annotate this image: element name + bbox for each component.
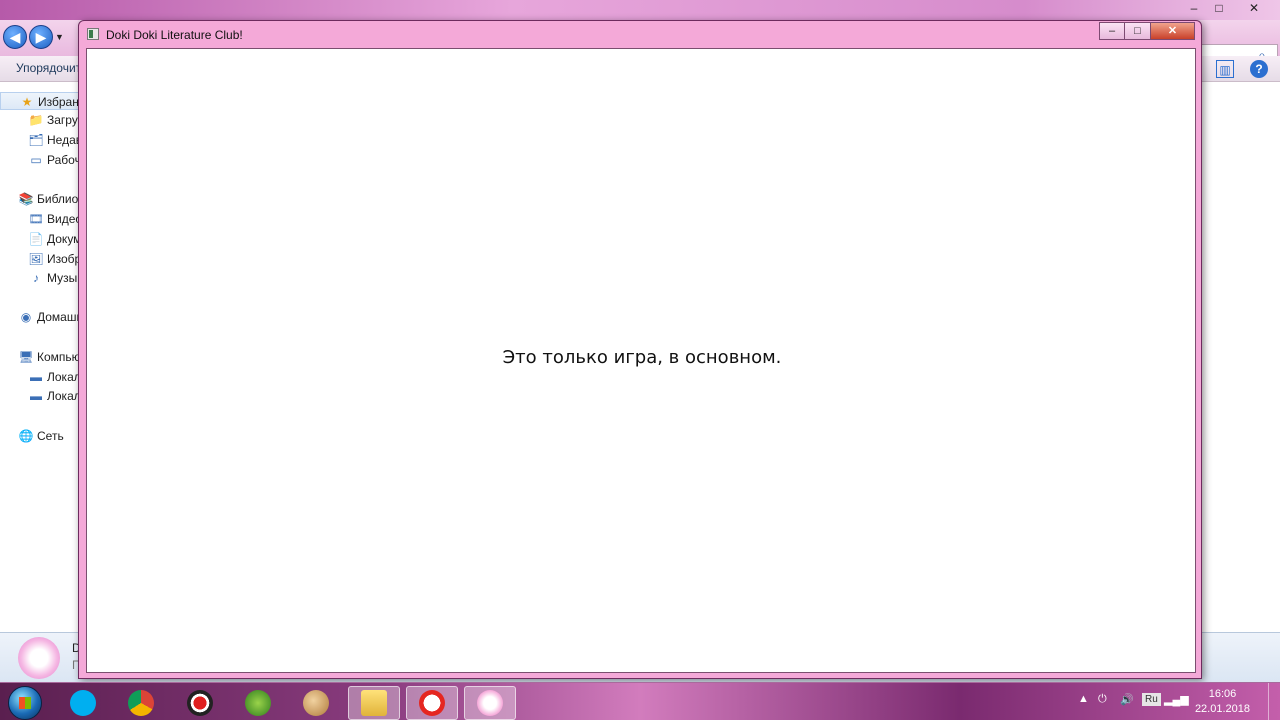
taskbar-explorer-button[interactable] bbox=[348, 686, 400, 720]
volume-icon[interactable]: 🔊 bbox=[1120, 693, 1134, 706]
paint-palette-icon bbox=[303, 690, 329, 716]
ddlc-icon bbox=[477, 690, 503, 716]
taskbar-paint-button[interactable] bbox=[290, 686, 342, 720]
sidebar-item-label: Видео bbox=[47, 212, 83, 226]
show-desktop-button[interactable] bbox=[1268, 683, 1280, 720]
taskbar-skype-button[interactable] bbox=[57, 686, 109, 720]
homegroup-icon: ◉ bbox=[20, 310, 32, 324]
system-tray: ▲ ⏻ 🔊 Ru ▂▄▆ 16:06 22.01.2018 bbox=[1070, 683, 1280, 720]
explorer-titlebar: – □ ✕ bbox=[0, 0, 1280, 20]
libraries-icon: 📚 bbox=[18, 192, 34, 206]
network-icon: 🌐 bbox=[18, 429, 34, 443]
clock-date: 22.01.2018 bbox=[1194, 703, 1250, 715]
green-app-icon bbox=[245, 690, 271, 716]
skype-icon bbox=[70, 690, 96, 716]
maximize-button[interactable]: □ bbox=[1125, 22, 1151, 40]
dialogue-text: Это только игра, в основном. bbox=[502, 347, 782, 368]
show-hidden-icons-icon[interactable]: ▲ bbox=[1078, 693, 1089, 705]
ddlc-thumbnail-icon bbox=[18, 637, 60, 679]
folder-icon bbox=[361, 690, 387, 716]
navigation-pane: ★Избранное📁Загрузки🗂Недавние места▭Рабоч… bbox=[0, 82, 138, 632]
sidebar-item[interactable]: 🌐 Сеть bbox=[0, 427, 64, 445]
documents-library-icon: 📄 bbox=[28, 232, 44, 246]
game-canvas[interactable]: Это только игра, в основном. bbox=[86, 48, 1196, 673]
app-window-icon[interactable] bbox=[87, 28, 99, 40]
taskbar-chrome-button[interactable] bbox=[115, 686, 167, 720]
clock-time: 16:06 bbox=[1208, 688, 1237, 700]
history-chevron-down-icon[interactable]: ▼ bbox=[55, 32, 64, 42]
minimize-button[interactable]: – bbox=[1099, 22, 1125, 40]
recorder-icon bbox=[187, 690, 213, 716]
taskbar-recorder-button[interactable] bbox=[174, 686, 226, 720]
local-disk-icon: ▬ bbox=[30, 389, 42, 403]
computer-icon: 🖥 bbox=[18, 350, 34, 364]
game-window: Doki Doki Literature Club! – □ ✕ Это тол… bbox=[78, 20, 1202, 679]
yandex-icon bbox=[419, 690, 445, 716]
local-disk-icon: ▬ bbox=[30, 370, 42, 384]
downloads-folder-icon: 📁 bbox=[28, 113, 44, 127]
desktop-icon: ▭ bbox=[30, 153, 42, 167]
start-button[interactable] bbox=[8, 686, 42, 720]
taskbar-yandex-browser-button[interactable] bbox=[406, 686, 458, 720]
sidebar-item[interactable]: ♪ Музыка bbox=[0, 269, 89, 287]
star-icon: ★ bbox=[21, 95, 33, 109]
recent-places-icon: 🗂 bbox=[28, 133, 44, 147]
explorer-maximize-icon[interactable]: □ bbox=[1205, 0, 1233, 16]
window-controls: – □ ✕ bbox=[1099, 22, 1195, 40]
close-button[interactable]: ✕ bbox=[1151, 22, 1195, 40]
power-plug-icon[interactable]: ⏻ bbox=[1098, 693, 1107, 706]
pictures-library-icon: 🖼 bbox=[28, 252, 44, 266]
game-titlebar[interactable]: Doki Doki Literature Club! – □ ✕ bbox=[79, 21, 1201, 48]
explorer-close-icon[interactable]: ✕ bbox=[1240, 0, 1268, 16]
music-library-icon: ♪ bbox=[33, 271, 39, 285]
organize-button[interactable]: Упорядочить bbox=[16, 61, 87, 75]
back-arrow-icon[interactable]: ◀ bbox=[3, 25, 27, 49]
taskbar-green-app-button[interactable] bbox=[232, 686, 284, 720]
sidebar-item-label: Сеть bbox=[37, 429, 64, 443]
sidebar-item[interactable]: ★ Избранное bbox=[0, 92, 99, 110]
language-indicator[interactable]: Ru bbox=[1142, 693, 1161, 706]
chrome-icon bbox=[128, 690, 154, 716]
taskbar-ddlc-button[interactable] bbox=[464, 686, 516, 720]
window-title: Doki Doki Literature Club! bbox=[106, 28, 243, 42]
sidebar-item[interactable]: 🎞 Видео bbox=[0, 210, 82, 228]
network-signal-icon[interactable]: ▂▄▆ bbox=[1164, 693, 1189, 706]
forward-arrow-icon[interactable]: ▶ bbox=[29, 25, 53, 49]
explorer-minimize-icon[interactable]: – bbox=[1180, 0, 1208, 16]
taskbar: ▲ ⏻ 🔊 Ru ▂▄▆ 16:06 22.01.2018 bbox=[0, 682, 1280, 720]
clock[interactable]: 16:06 22.01.2018 bbox=[1195, 687, 1250, 717]
help-icon[interactable]: ? bbox=[1250, 60, 1268, 78]
video-library-icon: 🎞 bbox=[28, 212, 44, 226]
preview-pane-icon[interactable]: ▥ bbox=[1216, 60, 1234, 78]
